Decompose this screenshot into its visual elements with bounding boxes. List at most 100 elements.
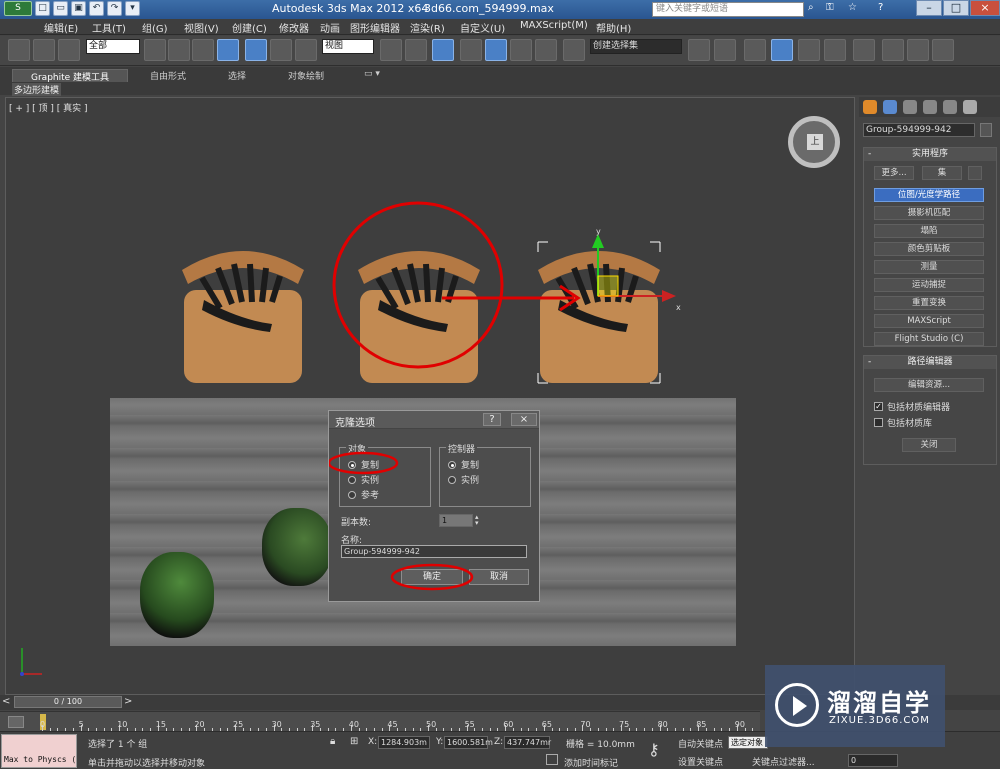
selection-filter-dropdown[interactable]: 全部: [86, 39, 140, 54]
top-viewport[interactable]: [ + ] [ 顶 ] [ 真实 ] 上 y x 克隆选项 ? × 对象 复制 …: [5, 97, 855, 695]
absolute-mode-icon[interactable]: ⊞: [350, 736, 358, 747]
minimize-button[interactable]: –: [916, 0, 942, 16]
set-key-icon[interactable]: ⚷: [648, 740, 660, 759]
configure-sets-icon[interactable]: [968, 166, 982, 180]
rectangle-selection-icon[interactable]: [192, 39, 214, 61]
utility-color-clipboard[interactable]: 颜色剪贴板: [874, 242, 984, 256]
spinner-snap-icon[interactable]: [535, 39, 557, 61]
menu-help[interactable]: 帮助(H): [596, 20, 631, 35]
menu-graph-editors[interactable]: 图形编辑器: [350, 20, 400, 35]
polygon-modeling-panel[interactable]: 多边形建模: [12, 83, 62, 96]
time-slider[interactable]: 0 / 100: [14, 696, 122, 708]
render-production-icon[interactable]: [932, 39, 954, 61]
pivot-center-icon[interactable]: [380, 39, 402, 61]
select-by-name-icon[interactable]: [168, 39, 190, 61]
open-icon[interactable]: ▭: [53, 1, 68, 16]
display-tab-icon[interactable]: [943, 100, 957, 114]
y-coordinate-field[interactable]: 1600.581m: [444, 736, 493, 749]
plant-left[interactable]: [140, 552, 214, 638]
save-icon[interactable]: ▣: [71, 1, 86, 16]
star-icon[interactable]: ☆: [848, 2, 857, 13]
menu-views[interactable]: 视图(V): [184, 20, 219, 35]
ribbon-options-icon[interactable]: ▭ ▾: [364, 69, 380, 79]
checkbox-box[interactable]: [874, 418, 883, 427]
menu-edit[interactable]: 编辑(E): [44, 20, 78, 35]
close-window-button[interactable]: ×: [970, 0, 1000, 16]
reference-coordinate-dropdown[interactable]: 视图: [322, 39, 374, 54]
schematic-view-icon[interactable]: [824, 39, 846, 61]
help-search-input[interactable]: 键入关键字或短语: [652, 2, 804, 17]
select-and-scale-icon[interactable]: [295, 39, 317, 61]
x-coordinate-field[interactable]: 1284.903m: [378, 736, 430, 749]
add-time-tag-icon[interactable]: [546, 754, 558, 765]
more-button[interactable]: 更多...: [874, 166, 914, 180]
close-path-editor-button[interactable]: 关闭: [902, 438, 956, 452]
key-mode-dropdown[interactable]: 选定对象: [728, 736, 768, 749]
edit-named-selection-icon[interactable]: [563, 39, 585, 61]
unlink-icon[interactable]: [33, 39, 55, 61]
utility-reset-xform[interactable]: 重置变换: [874, 296, 984, 310]
tab-freeform[interactable]: 自由形式: [150, 69, 186, 82]
undo-icon[interactable]: ↶: [89, 1, 104, 16]
modify-tab-icon[interactable]: [883, 100, 897, 114]
utilities-tab-icon[interactable]: [963, 100, 977, 114]
key-icon[interactable]: ⚿: [826, 2, 834, 13]
redo-icon[interactable]: ↷: [107, 1, 122, 16]
time-slider-next-icon[interactable]: >: [124, 696, 132, 707]
object-color-swatch[interactable]: [980, 123, 992, 137]
render-setup-icon[interactable]: [882, 39, 904, 61]
create-tab-icon[interactable]: [863, 100, 877, 114]
keyboard-shortcut-override-icon[interactable]: [432, 39, 454, 61]
layer-manager-icon[interactable]: [744, 39, 766, 61]
curve-editor-icon[interactable]: [798, 39, 820, 61]
utility-motion-capture[interactable]: 运动捕捉: [874, 278, 984, 292]
window-crossing-icon[interactable]: [217, 39, 239, 61]
auto-key-button[interactable]: 自动关键点: [678, 737, 723, 750]
material-editor-icon[interactable]: [853, 39, 875, 61]
tab-selection[interactable]: 选择: [228, 69, 246, 82]
menu-group[interactable]: 组(G): [142, 20, 168, 35]
utility-measure[interactable]: 测量: [874, 260, 984, 274]
set-key-button[interactable]: 设置关键点: [678, 755, 723, 768]
app-logo-icon[interactable]: S: [4, 1, 32, 16]
edit-resources-button[interactable]: 编辑资源...: [874, 378, 984, 392]
utilities-rollout-header[interactable]: - 实用程序: [864, 148, 996, 161]
lock-selection-icon[interactable]: 🔒︎: [330, 736, 335, 747]
qat-dropdown-icon[interactable]: ▾: [125, 1, 140, 16]
track-bar[interactable]: 0 5 10 15 20 25 30 35 40 45 50 55 60 65 70 75 80 85 90: [0, 711, 760, 731]
select-object-icon[interactable]: [144, 39, 166, 61]
motion-tab-icon[interactable]: [923, 100, 937, 114]
mini-curve-editor-icon[interactable]: [8, 716, 24, 728]
rendered-frame-window-icon[interactable]: [907, 39, 929, 61]
help-icon[interactable]: ?: [878, 2, 883, 13]
align-icon[interactable]: [714, 39, 736, 61]
tab-object-paint[interactable]: 对象绘制: [288, 69, 324, 82]
object-name-field[interactable]: Group-594999-942: [863, 123, 975, 137]
link-icon[interactable]: [8, 39, 30, 61]
current-frame-field[interactable]: 0: [848, 754, 898, 767]
path-editor-rollout-header[interactable]: - 路径编辑器: [864, 356, 996, 369]
graphite-toggle-icon[interactable]: [771, 39, 793, 61]
plant-right[interactable]: [262, 508, 332, 586]
menu-customize[interactable]: 自定义(U): [460, 20, 505, 35]
sets-button[interactable]: 集: [922, 166, 962, 180]
utility-camera-match[interactable]: 摄影机匹配: [874, 206, 984, 220]
maximize-button[interactable]: □: [943, 0, 969, 16]
time-slider-prev-icon[interactable]: <: [2, 696, 10, 707]
snaps-toggle-icon[interactable]: [460, 39, 482, 61]
utility-bitmap-paths[interactable]: 位图/光度学路径: [874, 188, 984, 202]
include-material-editor-checkbox[interactable]: ✓ 包括材质编辑器: [874, 400, 950, 413]
mirror-icon[interactable]: [688, 39, 710, 61]
maxscript-listener[interactable]: Max to Physcs (: [1, 734, 77, 768]
named-selection-dropdown[interactable]: 创建选择集: [590, 39, 682, 54]
binoculars-icon[interactable]: ⌕: [808, 2, 814, 13]
checkbox-box[interactable]: ✓: [874, 402, 883, 411]
menu-maxscript[interactable]: MAXScript(M): [520, 20, 588, 31]
utility-collapse[interactable]: 塌陷: [874, 224, 984, 238]
percent-snap-icon[interactable]: [510, 39, 532, 61]
utility-maxscript[interactable]: MAXScript: [874, 314, 984, 328]
select-and-move-icon[interactable]: [245, 39, 267, 61]
new-icon[interactable]: □: [35, 1, 50, 16]
menu-create[interactable]: 创建(C): [232, 20, 267, 35]
key-filters-button[interactable]: 关键点过滤器...: [752, 755, 815, 768]
